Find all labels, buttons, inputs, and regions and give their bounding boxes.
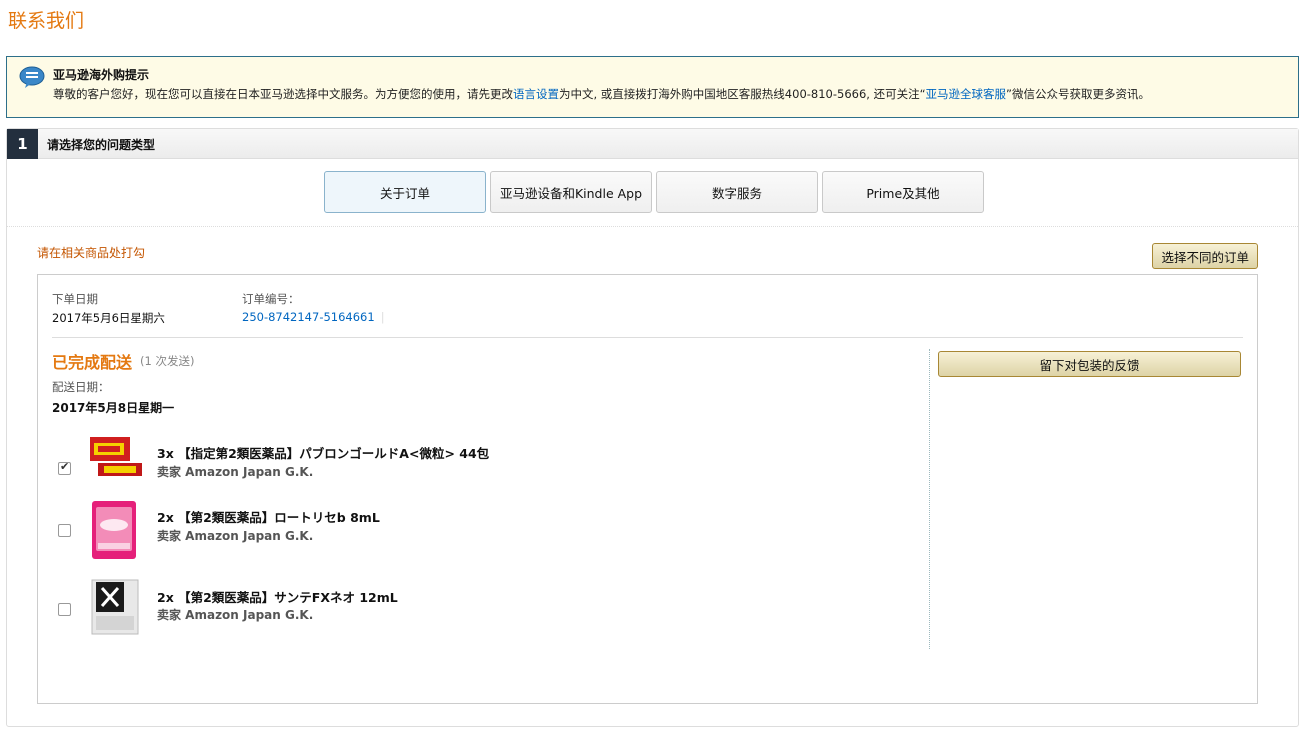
language-settings-link[interactable]: 语言设置 bbox=[513, 87, 559, 101]
shipment-count: (1 次发送) bbox=[140, 354, 195, 368]
item-title: 3x 【指定第2類医薬品】パブロンゴールドA<微粒> 44包 bbox=[157, 446, 490, 461]
notice-body: 尊敬的客户您好，现在您可以直接在日本亚马逊选择中文服务。为方便您的使用，请先更改… bbox=[53, 87, 1151, 101]
question-type-panel: 1 请选择您的问题类型 关于订单 亚马逊设备和Kindle App 数字服务 P… bbox=[6, 128, 1299, 727]
page-title: 联系我们 bbox=[8, 10, 85, 32]
list-item: 3x 【指定第2類医薬品】パブロンゴールドA<微粒> 44包 卖家 Amazon… bbox=[52, 433, 912, 493]
product-thumbnail bbox=[90, 437, 142, 476]
delivery-date-label: 配送日期： bbox=[52, 380, 110, 394]
select-other-order-button[interactable]: 选择不同的订单 bbox=[1152, 243, 1258, 269]
delivery-date: 2017年5月8日星期一 bbox=[52, 401, 175, 415]
step-number: 1 bbox=[7, 129, 38, 159]
speech-bubble-icon bbox=[19, 66, 45, 88]
item-title: 2x 【第2類医薬品】ロートリセb 8mL bbox=[157, 510, 380, 525]
vertical-divider bbox=[929, 349, 930, 649]
order-number: 250-8742147-5164661 | bbox=[242, 310, 385, 324]
list-item: 2x 【第2類医薬品】サンテFXネオ 12mL 卖家 Amazon Japan … bbox=[52, 577, 912, 637]
list-item: 2x 【第2類医薬品】ロートリセb 8mL 卖家 Amazon Japan G.… bbox=[52, 497, 912, 559]
item-checkbox[interactable] bbox=[58, 524, 71, 537]
item-checkbox[interactable] bbox=[58, 603, 71, 616]
item-title: 2x 【第2類医薬品】サンテFXネオ 12mL bbox=[157, 590, 398, 605]
order-divider bbox=[52, 337, 1243, 338]
product-thumbnail bbox=[91, 579, 139, 635]
item-seller: 卖家 Amazon Japan G.K. bbox=[157, 608, 314, 622]
order-date: 2017年5月6日星期六 bbox=[52, 311, 165, 325]
tab-devices-kindle[interactable]: 亚马逊设备和Kindle App bbox=[490, 171, 652, 213]
section-divider bbox=[7, 226, 1298, 227]
step-header: 1 请选择您的问题类型 bbox=[7, 129, 1298, 159]
packaging-feedback-button[interactable]: 留下对包装的反馈 bbox=[938, 351, 1241, 377]
product-thumbnail bbox=[92, 501, 136, 559]
order-date-label: 下单日期 bbox=[52, 292, 98, 306]
category-tabs: 关于订单 亚马逊设备和Kindle App 数字服务 Prime及其他 bbox=[324, 171, 984, 213]
order-number-link[interactable]: 250-8742147-5164661 bbox=[242, 310, 375, 324]
tab-orders[interactable]: 关于订单 bbox=[324, 171, 486, 213]
global-service-link[interactable]: 亚马逊全球客服 bbox=[926, 87, 1007, 101]
step-label: 请选择您的问题类型 bbox=[47, 138, 156, 152]
item-seller: 卖家 Amazon Japan G.K. bbox=[157, 465, 314, 479]
order-number-label: 订单编号： bbox=[242, 292, 300, 306]
order-number-pipe: | bbox=[380, 310, 385, 324]
select-item-hint: 请在相关商品处打勾 bbox=[37, 246, 146, 260]
shipment-status: 已完成配送 bbox=[52, 353, 133, 372]
item-checkbox[interactable] bbox=[58, 460, 71, 475]
tab-digital-services[interactable]: 数字服务 bbox=[656, 171, 818, 213]
tab-prime-other[interactable]: Prime及其他 bbox=[822, 171, 984, 213]
notice-banner: 亚马逊海外购提示 尊敬的客户您好，现在您可以直接在日本亚马逊选择中文服务。为方便… bbox=[6, 56, 1299, 118]
item-seller: 卖家 Amazon Japan G.K. bbox=[157, 529, 314, 543]
order-card: 下单日期 2017年5月6日星期六 订单编号： 250-8742147-5164… bbox=[37, 274, 1258, 704]
notice-title: 亚马逊海外购提示 bbox=[53, 68, 150, 82]
